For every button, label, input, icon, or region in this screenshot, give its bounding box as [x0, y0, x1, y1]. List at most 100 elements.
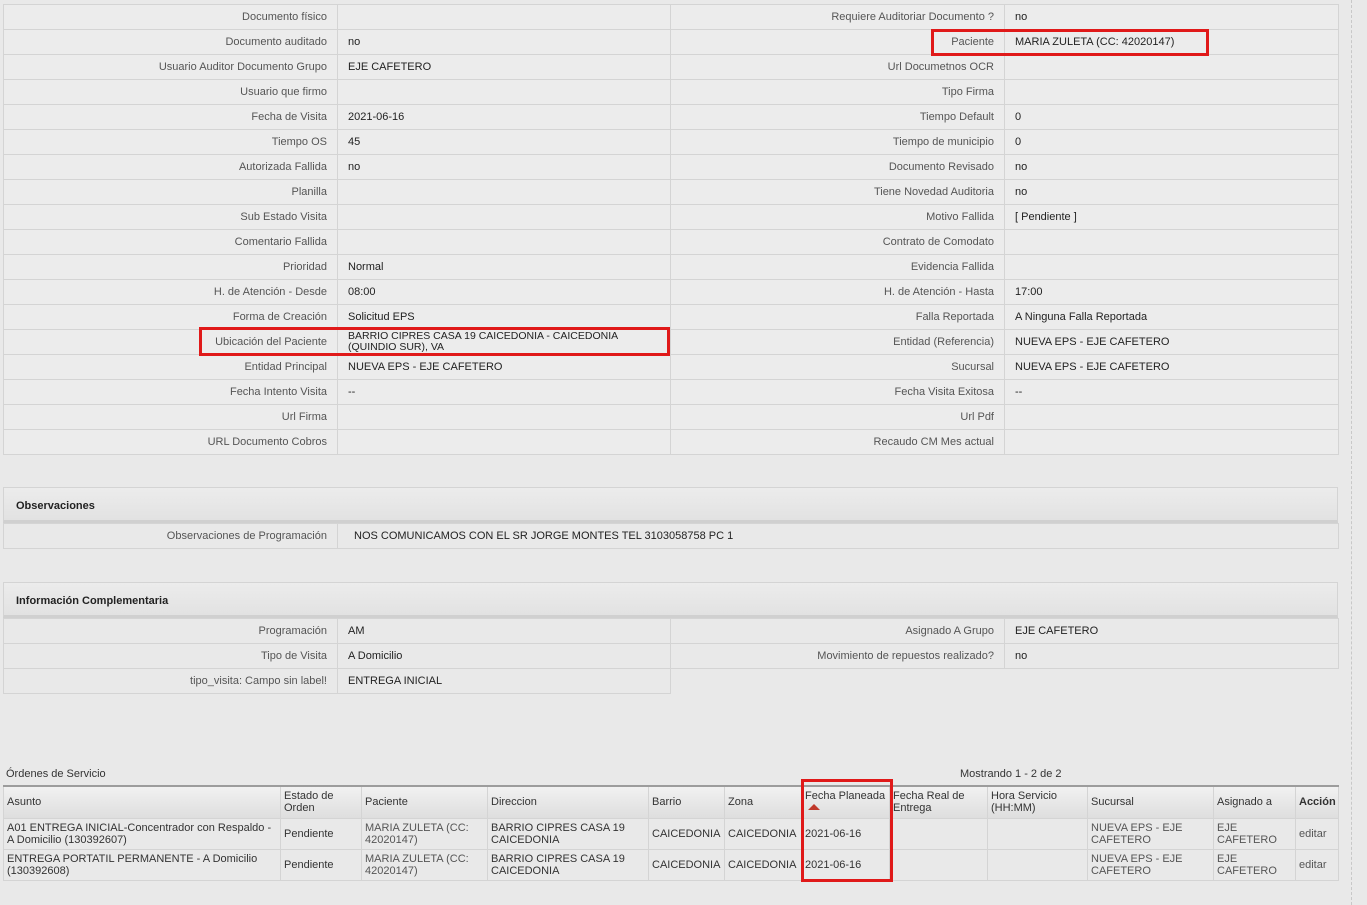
cell-asignado: EJE CAFETERO [1213, 817, 1296, 850]
detail-row: Planilla Tiene Novedad Auditoria no [3, 179, 1339, 205]
section-title[interactable]: Información Complementaria [3, 582, 1338, 618]
table-row[interactable]: A01 ENTREGA INICIAL-Concentrador con Res… [3, 817, 1339, 850]
field-value: no [337, 154, 671, 180]
detail-row: Ubicación del Paciente BARRIO CIPRES CASA… [3, 329, 1339, 355]
table-row[interactable]: ENTREGA PORTATIL PERMANENTE - A Domicili… [3, 848, 1339, 881]
field-label: Evidencia Fallida [670, 254, 1005, 280]
field-label: Motivo Fallida [670, 204, 1005, 230]
field-label: Asignado A Grupo [670, 618, 1005, 644]
field-label: Observaciones de Programación [3, 523, 338, 549]
field-label: H. de Atención - Desde [3, 279, 338, 305]
cell-asunto: A01 ENTREGA INICIAL-Concentrador con Res… [3, 817, 281, 850]
field-value: ENTREGA INICIAL [337, 668, 671, 694]
column-header-paciente[interactable]: Paciente [361, 785, 488, 819]
cell-zona: CAICEDONIA [724, 848, 802, 881]
detail-grid: Documento físico Requiere Auditoriar Docu… [3, 4, 1339, 455]
field-label: Planilla [3, 179, 338, 205]
observaciones-table: Observaciones de Programación NOS COMUNI… [3, 523, 1339, 549]
field-value: EJE CAFETERO [337, 54, 671, 80]
cell-paciente: MARIA ZULETA (CC: 42020147) [361, 817, 488, 850]
field-label: Fecha de Visita [3, 104, 338, 130]
edit-link[interactable]: editar [1295, 817, 1339, 850]
field-value: Normal [337, 254, 671, 280]
detail-row: Entidad Principal NUEVA EPS - EJE CAFETER… [3, 354, 1339, 380]
field-label: Documento auditado [3, 29, 338, 55]
detail-row: Forma de Creación Solicitud EPS Falla Repo… [3, 304, 1339, 330]
column-header-direccion[interactable]: Direccion [487, 785, 649, 819]
location-value: BARRIO CIPRES CASA 19 CAICEDONIA - CAICE… [337, 329, 671, 355]
detail-row: Comentario Fallida Contrato de Comodato [3, 229, 1339, 255]
cell-direccion: BARRIO CIPRES CASA 19 CAICEDONIA [487, 817, 649, 850]
cell-fecha-planeada: 2021-06-16 [801, 848, 890, 881]
column-header-estado[interactable]: Estado de Orden [280, 785, 362, 819]
field-value: A Domicilio [337, 643, 671, 669]
cell-estado: Pendiente [280, 848, 362, 881]
cell-hora [987, 817, 1088, 850]
field-value: NUEVA EPS - EJE CAFETERO [337, 354, 671, 380]
cell-zona: CAICEDONIA [724, 817, 802, 850]
field-value: no [1004, 154, 1339, 180]
cell-fecha-planeada: 2021-06-16 [801, 817, 890, 850]
field-value [337, 429, 671, 455]
field-value [1004, 429, 1339, 455]
field-label: Sucursal [670, 354, 1005, 380]
column-header-asunto[interactable]: Asunto [3, 785, 281, 819]
detail-row: Observaciones de Programación NOS COMUNI… [3, 523, 1339, 549]
field-label: Tiene Novedad Auditoria [670, 179, 1005, 205]
patient-value: MARIA ZULETA (CC: 42020147) [1004, 29, 1339, 55]
detail-row: Usuario que firmo Tipo Firma [3, 79, 1339, 105]
detail-row: tipo_visita: Campo sin label! ENTREGA INI… [3, 668, 1339, 694]
field-value: no [1004, 643, 1339, 669]
column-header-fecha-real[interactable]: Fecha Real de Entrega [889, 785, 988, 819]
sort-ascending-icon[interactable] [808, 804, 820, 811]
field-value: 0 [1004, 104, 1339, 130]
field-label: Forma de Creación [3, 304, 338, 330]
detail-row: Tiempo OS 45 Tiempo de municipio 0 [3, 129, 1339, 155]
field-label: Tiempo Default [670, 104, 1005, 130]
field-value: -- [1004, 379, 1339, 405]
field-value [337, 4, 671, 30]
orders-table: Asunto Estado de Orden Paciente Direccio… [3, 785, 1339, 881]
field-value [337, 229, 671, 255]
column-header-fecha-planeada[interactable]: Fecha Planeada [801, 785, 890, 819]
field-label: Sub Estado Visita [3, 204, 338, 230]
field-value [1004, 404, 1339, 430]
cell-asunto: ENTREGA PORTATIL PERMANENTE - A Domicili… [3, 848, 281, 881]
orders-count: Mostrando 1 - 2 de 2 [960, 768, 1062, 780]
column-header-hora[interactable]: Hora Servicio (HH:MM) [987, 785, 1088, 819]
field-value: AM [337, 618, 671, 644]
field-value: NUEVA EPS - EJE CAFETERO [1004, 354, 1339, 380]
edit-link[interactable]: editar [1295, 848, 1339, 881]
field-value: 2021-06-16 [337, 104, 671, 130]
column-header-sucursal[interactable]: Sucursal [1087, 785, 1214, 819]
field-label: tipo_visita: Campo sin label! [3, 668, 338, 694]
section-title[interactable]: Observaciones [3, 487, 1338, 523]
field-value: A Ninguna Falla Reportada [1004, 304, 1339, 330]
column-header-asignado[interactable]: Asignado a [1213, 785, 1296, 819]
field-label: Url Firma [3, 404, 338, 430]
field-label: Tiempo de municipio [670, 129, 1005, 155]
cell-fecha-real [889, 817, 988, 850]
cell-fecha-real [889, 848, 988, 881]
field-value: Solicitud EPS [337, 304, 671, 330]
field-label: Documento físico [3, 4, 338, 30]
field-value: -- [337, 379, 671, 405]
detail-row: URL Documento Cobros Recaudo CM Mes actua… [3, 429, 1339, 455]
detail-row: Prioridad Normal Evidencia Fallida [3, 254, 1339, 280]
complementaria-table: Programación AM Asignado A Grupo EJE CAFETE… [3, 618, 1339, 694]
detail-row: Documento auditado no Paciente MARIA ZULETA… [3, 29, 1339, 55]
observaciones-section: Observaciones Observaciones de Programac… [3, 487, 1339, 549]
field-label: Tipo de Visita [3, 643, 338, 669]
field-label: Entidad (Referencia) [670, 329, 1005, 355]
field-value [337, 404, 671, 430]
field-label: Contrato de Comodato [670, 229, 1005, 255]
field-label: Usuario que firmo [3, 79, 338, 105]
field-value [337, 79, 671, 105]
column-header-barrio[interactable]: Barrio [648, 785, 725, 819]
field-label: Fecha Intento Visita [3, 379, 338, 405]
orders-header-row: Asunto Estado de Orden Paciente Direccio… [3, 785, 1339, 819]
detail-row: Url Firma Url Pdf [3, 404, 1339, 430]
orders-title: Órdenes de Servicio [6, 768, 106, 780]
column-header-zona[interactable]: Zona [724, 785, 802, 819]
field-label: H. de Atención - Hasta [670, 279, 1005, 305]
